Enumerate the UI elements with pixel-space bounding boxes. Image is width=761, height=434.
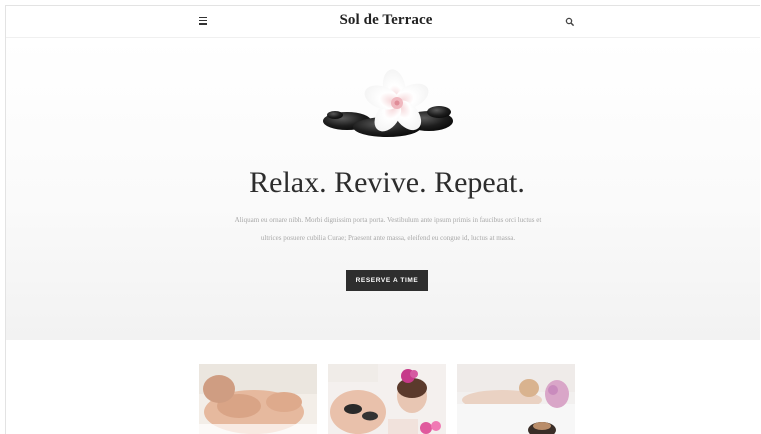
back-massage-image: [199, 364, 317, 434]
gallery-item-spa-relaxation[interactable]: [457, 364, 575, 434]
search-icon[interactable]: [565, 17, 575, 27]
top-navigation-bar: Sol de Terrace: [6, 6, 760, 38]
reserve-a-time-button[interactable]: RESERVE A TIME: [346, 270, 428, 291]
site-title[interactable]: Sol de Terrace: [6, 12, 760, 29]
gallery-item-back-massage[interactable]: [199, 364, 317, 434]
frangipani-stones-image: [323, 69, 453, 137]
hero-headline: Relax. Revive. Repeat.: [249, 166, 525, 199]
hot-stone-massage-image: [328, 364, 446, 434]
spa-relaxation-image: [457, 364, 575, 434]
service-gallery: [6, 364, 760, 434]
gallery-item-hot-stone-massage[interactable]: [328, 364, 446, 434]
hero-description: Aliquam eu ornare nibh. Morbi dignissim …: [234, 216, 542, 242]
page-frame: Sol de Terrace Relax. Revive. Repeat. Al…: [5, 5, 760, 434]
hero-section: Relax. Revive. Repeat. Aliquam eu ornare…: [6, 38, 760, 340]
